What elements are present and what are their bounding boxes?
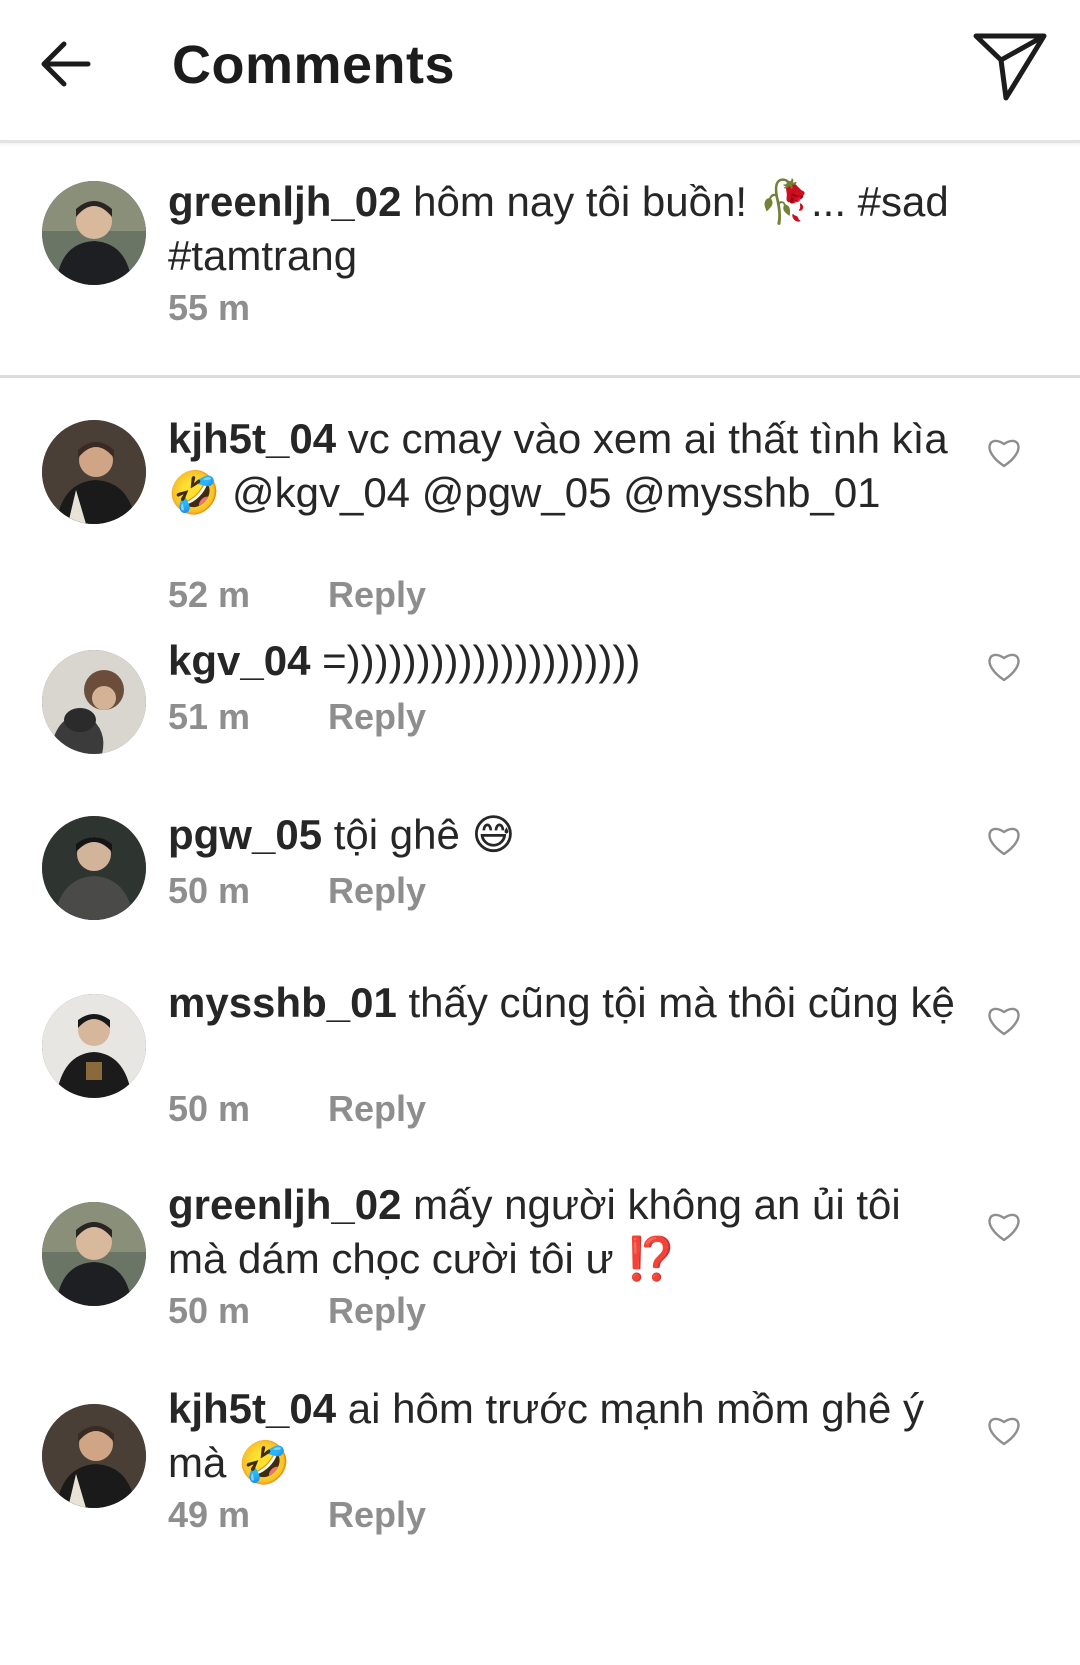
heart-outline-icon [988,1007,1020,1036]
avatar[interactable] [42,181,146,285]
avatar[interactable] [42,1202,146,1306]
timestamp: 50 m [168,870,251,911]
timestamp: 49 m [168,1494,251,1535]
reply-button[interactable]: Reply [328,1088,426,1129]
top-bar: Comments [0,0,1080,143]
reply-button[interactable]: Reply [328,696,426,737]
like-button[interactable] [986,1004,1022,1036]
timestamp: 52 m [168,574,251,615]
caption-meta: 55 m [168,287,318,329]
heart-outline-icon [988,653,1020,682]
comment-text: kgv_04 =))))))))))))))))))))) [168,634,970,688]
like-button[interactable] [986,824,1022,856]
reply-button[interactable]: Reply [328,574,426,615]
arrow-left-icon [41,41,91,87]
comment-item: kgv_04 =))))))))))))))))))))) 51 m Reply [0,626,1080,794]
comment-text: greenljh_02 mấy người không an ủi tôi mà… [168,1178,970,1286]
comment-meta: 52 m Reply [168,574,426,616]
avatar[interactable] [42,816,146,920]
comment-text: pgw_05 tội ghê 😅 [168,808,970,862]
reply-button[interactable]: Reply [328,870,426,911]
like-button[interactable] [986,650,1022,682]
comment-item: pgw_05 tội ghê 😅 50 m Reply [0,794,1080,974]
heart-outline-icon [988,439,1020,468]
avatar[interactable] [42,994,146,1098]
comment-text: mysshb_01 thấy cũng tội mà thôi cũng kệ [168,976,970,1030]
username[interactable]: kjh5t_04 [168,1385,336,1432]
timestamp: 50 m [168,1088,251,1129]
heart-outline-icon [988,1213,1020,1242]
like-button[interactable] [986,436,1022,468]
timestamp: 51 m [168,696,251,737]
comment-meta: 50 m Reply [168,1088,426,1130]
comment-item: kjh5t_04 vc cmay vào xem ai thất tình kì… [0,378,1080,626]
username[interactable]: pgw_05 [168,811,322,858]
back-button[interactable] [38,36,94,92]
comment-text: kjh5t_04 ai hôm trước mạnh mồm ghê ý mà … [168,1382,970,1490]
username[interactable]: greenljh_02 [168,1181,401,1228]
comment-body: thấy cũng tội mà thôi cũng kệ [408,979,955,1026]
username[interactable]: mysshb_01 [168,979,397,1026]
comment-meta: 49 m Reply [168,1494,426,1536]
comment-meta: 50 m Reply [168,1290,426,1332]
comment-item: kjh5t_04 ai hôm trước mạnh mồm ghê ý mà … [0,1382,1080,1582]
reply-button[interactable]: Reply [328,1494,426,1535]
post-caption: greenljh_02 hôm nay tôi buồn! 🥀... #sad … [0,143,1080,378]
share-button[interactable] [970,28,1050,104]
comment-text: kjh5t_04 vc cmay vào xem ai thất tình kì… [168,412,970,520]
avatar[interactable] [42,420,146,524]
comment-item: greenljh_02 mấy người không an ủi tôi mà… [0,1178,1080,1382]
reply-button[interactable]: Reply [328,1290,426,1331]
comment-body: tội ghê 😅 [333,811,516,858]
comment-meta: 51 m Reply [168,696,426,738]
paper-plane-icon [973,33,1047,101]
timestamp: 50 m [168,1290,251,1331]
comment-meta: 50 m Reply [168,870,426,912]
caption-text: greenljh_02 hôm nay tôi buồn! 🥀... #sad … [168,175,970,283]
username[interactable]: kjh5t_04 [168,415,336,462]
comment-item: mysshb_01 thấy cũng tội mà thôi cũng kệ … [0,974,1080,1178]
timestamp: 55 m [168,287,251,328]
page-title: Comments [172,35,456,95]
username[interactable]: greenljh_02 [168,178,401,225]
like-button[interactable] [986,1414,1022,1446]
heart-outline-icon [988,1417,1020,1446]
heart-outline-icon [988,827,1020,856]
like-button[interactable] [986,1210,1022,1242]
comment-body: =))))))))))))))))))))) [322,637,641,684]
username[interactable]: kgv_04 [168,637,310,684]
avatar[interactable] [42,650,146,754]
avatar[interactable] [42,1404,146,1508]
